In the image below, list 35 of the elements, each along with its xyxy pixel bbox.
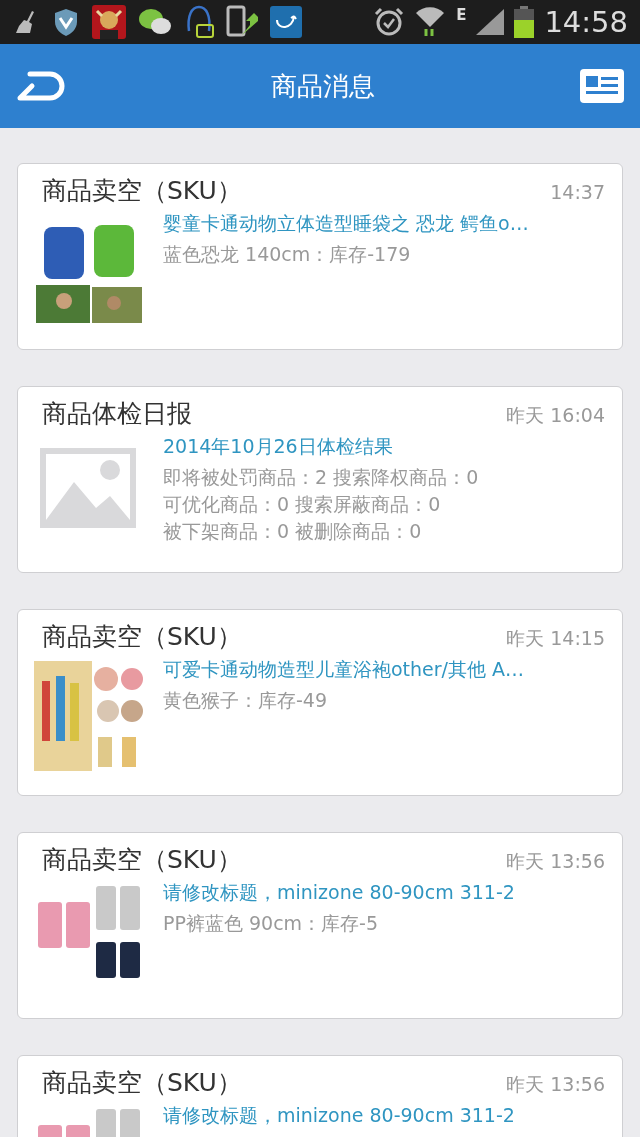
message-detail: 可优化商品：0 搜索屏蔽商品：0 bbox=[163, 492, 442, 517]
message-card[interactable]: 商品卖空（SKU） 昨天 13:56 请修改标题，minizone 80-90cm 311-2 bbox=[17, 1055, 623, 1137]
app-icon[interactable] bbox=[270, 6, 302, 38]
message-card[interactable]: 商品体检日报 昨天 16:04 2014年10月26日体检结果 即将被处罚商品：2 搜索降权商品：0 可优化商品：0 搜索屏蔽商品：0 被下架商品：0 被删除商品：0 bbox=[17, 386, 623, 573]
message-title: 商品卖空（SKU） bbox=[42, 1067, 242, 1099]
message-card[interactable]: 商品卖空（SKU） 昨天 14:15 可爱卡通动物造型儿童浴袍other/其他 A… 黄色猴子：库存-49 bbox=[17, 609, 623, 796]
product-link[interactable]: 婴童卡通动物立体造型睡袋之 恐龙 鳄鱼o… bbox=[163, 207, 529, 239]
message-title: 商品卖空（SKU） bbox=[42, 844, 242, 876]
message-detail: PP裤蓝色 90cm：库存-5 bbox=[163, 911, 380, 936]
shield-icon[interactable] bbox=[52, 7, 80, 37]
message-time: 昨天 13:56 bbox=[506, 849, 605, 874]
chat-bubbles-icon[interactable] bbox=[138, 8, 172, 36]
message-title: 商品体检日报 bbox=[42, 398, 192, 430]
alarm-clock-icon bbox=[374, 7, 405, 37]
status-time: 14:58 bbox=[544, 5, 628, 39]
news-icon[interactable] bbox=[580, 69, 624, 103]
message-time: 昨天 16:04 bbox=[506, 403, 605, 428]
message-card[interactable]: 商品卖空（SKU） 14:37 婴童卡通动物立体造型睡袋之 恐龙 鳄鱼o… 蓝色恐龙 140cm：库存-179 bbox=[17, 163, 623, 350]
battery-icon bbox=[514, 6, 535, 38]
message-detail: 被下架商品：0 被删除商品：0 bbox=[163, 519, 423, 544]
message-time: 14:37 bbox=[550, 181, 605, 203]
message-title: 商品卖空（SKU） bbox=[42, 621, 242, 653]
page-title: 商品消息 bbox=[271, 69, 375, 103]
message-detail: 蓝色恐龙 140cm：库存-179 bbox=[163, 242, 412, 267]
wifi-icon bbox=[414, 7, 447, 37]
message-title: 商品卖空（SKU） bbox=[42, 175, 242, 207]
back-icon[interactable] bbox=[16, 70, 66, 102]
signal-icon bbox=[476, 9, 505, 35]
message-detail: 黄色猴子：库存-49 bbox=[163, 688, 329, 713]
app-icon[interactable] bbox=[92, 5, 126, 39]
message-card[interactable]: 商品卖空（SKU） 昨天 13:56 请修改标题，minizone 80-90cm 311-2 PP裤蓝色 90cm：库存-5 bbox=[17, 832, 623, 1019]
network-type-label: E bbox=[456, 6, 467, 24]
message-time: 昨天 13:56 bbox=[506, 1072, 605, 1097]
message-time: 昨天 14:15 bbox=[506, 626, 605, 651]
message-detail: 即将被处罚商品：2 搜索降权商品：0 bbox=[163, 465, 479, 490]
